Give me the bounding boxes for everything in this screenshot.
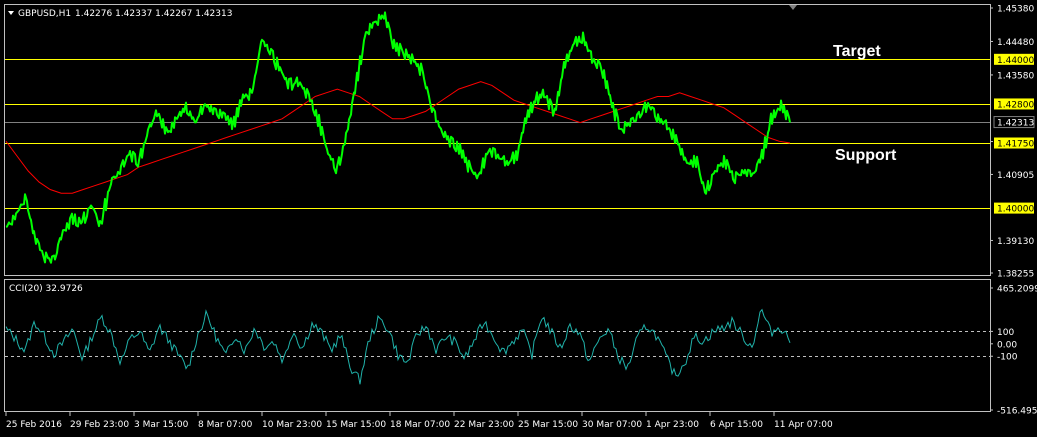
price-tick-label: 1.39130 [997, 237, 1034, 247]
dropdown-triangle-icon[interactable] [8, 11, 14, 15]
cci-tick-label: 465.2099 [997, 285, 1037, 295]
time-tick-label: 8 Mar 07:00 [198, 420, 253, 430]
symbol-label: GBPUSD,H1 [18, 9, 71, 19]
chart-canvas[interactable]: 1.453801.444801.435801.417901.409051.391… [0, 0, 1037, 437]
price-tick-label: 1.45380 [997, 5, 1034, 15]
time-tick-label: 25 Feb 2016 [6, 420, 62, 430]
time-tick-label: 29 Feb 23:00 [70, 420, 129, 430]
cci-tick-label: -516.4956 [997, 407, 1037, 417]
cci-tick-label: 100 [997, 328, 1014, 338]
price-tick-label: 1.38255 [997, 270, 1034, 280]
price-label-text: 1.42313 [997, 119, 1034, 129]
time-tick-label: 10 Mar 23:00 [262, 420, 322, 430]
time-tick-label: 30 Mar 07:00 [582, 420, 642, 430]
time-tick-label: 1 Apr 23:00 [646, 420, 699, 430]
price-line [5, 11, 791, 264]
cci-title: CCI(20) 32.9726 [9, 284, 83, 294]
price-label-text: 1.44000 [997, 56, 1034, 66]
price-label-text: 1.41750 [997, 140, 1034, 150]
cci-axis-ticks: 465.2099 100 0.00 -100 -516.4956 [990, 285, 1037, 417]
price-label-text: 1.42800 [997, 100, 1034, 110]
time-tick-label: 11 Apr 07:00 [774, 420, 833, 430]
cci-tick-label: 0.00 [997, 340, 1017, 350]
cci-series [5, 308, 990, 385]
support-annotation: Support [835, 147, 897, 164]
target-annotation: Target [833, 43, 881, 60]
time-axis-ticks: 25 Feb 2016 29 Feb 23:00 3 Mar 15:00 8 Mar … [5, 412, 833, 430]
chart-shift-marker-icon[interactable] [789, 5, 797, 10]
time-tick-label: 25 Mar 15:00 [518, 420, 578, 430]
ohlc-label: 1.42276 1.42337 1.42267 1.42313 [75, 9, 232, 19]
price-tick-label: 1.44480 [997, 38, 1034, 48]
price-tick-label: 1.40905 [997, 171, 1034, 181]
price-series [5, 11, 791, 264]
cci-tick-label: -100 [997, 353, 1018, 363]
price-tick-label: 1.43580 [997, 71, 1034, 81]
time-tick-label: 18 Mar 07:00 [390, 420, 450, 430]
horizontal-levels [5, 59, 990, 209]
time-tick-label: 15 Mar 15:00 [326, 420, 386, 430]
time-tick-label: 3 Mar 15:00 [134, 420, 189, 430]
cci-line [5, 308, 791, 385]
time-tick-label: 6 Apr 15:00 [710, 420, 763, 430]
price-label-text: 1.40000 [997, 205, 1034, 215]
time-tick-label: 22 Mar 23:00 [454, 420, 514, 430]
